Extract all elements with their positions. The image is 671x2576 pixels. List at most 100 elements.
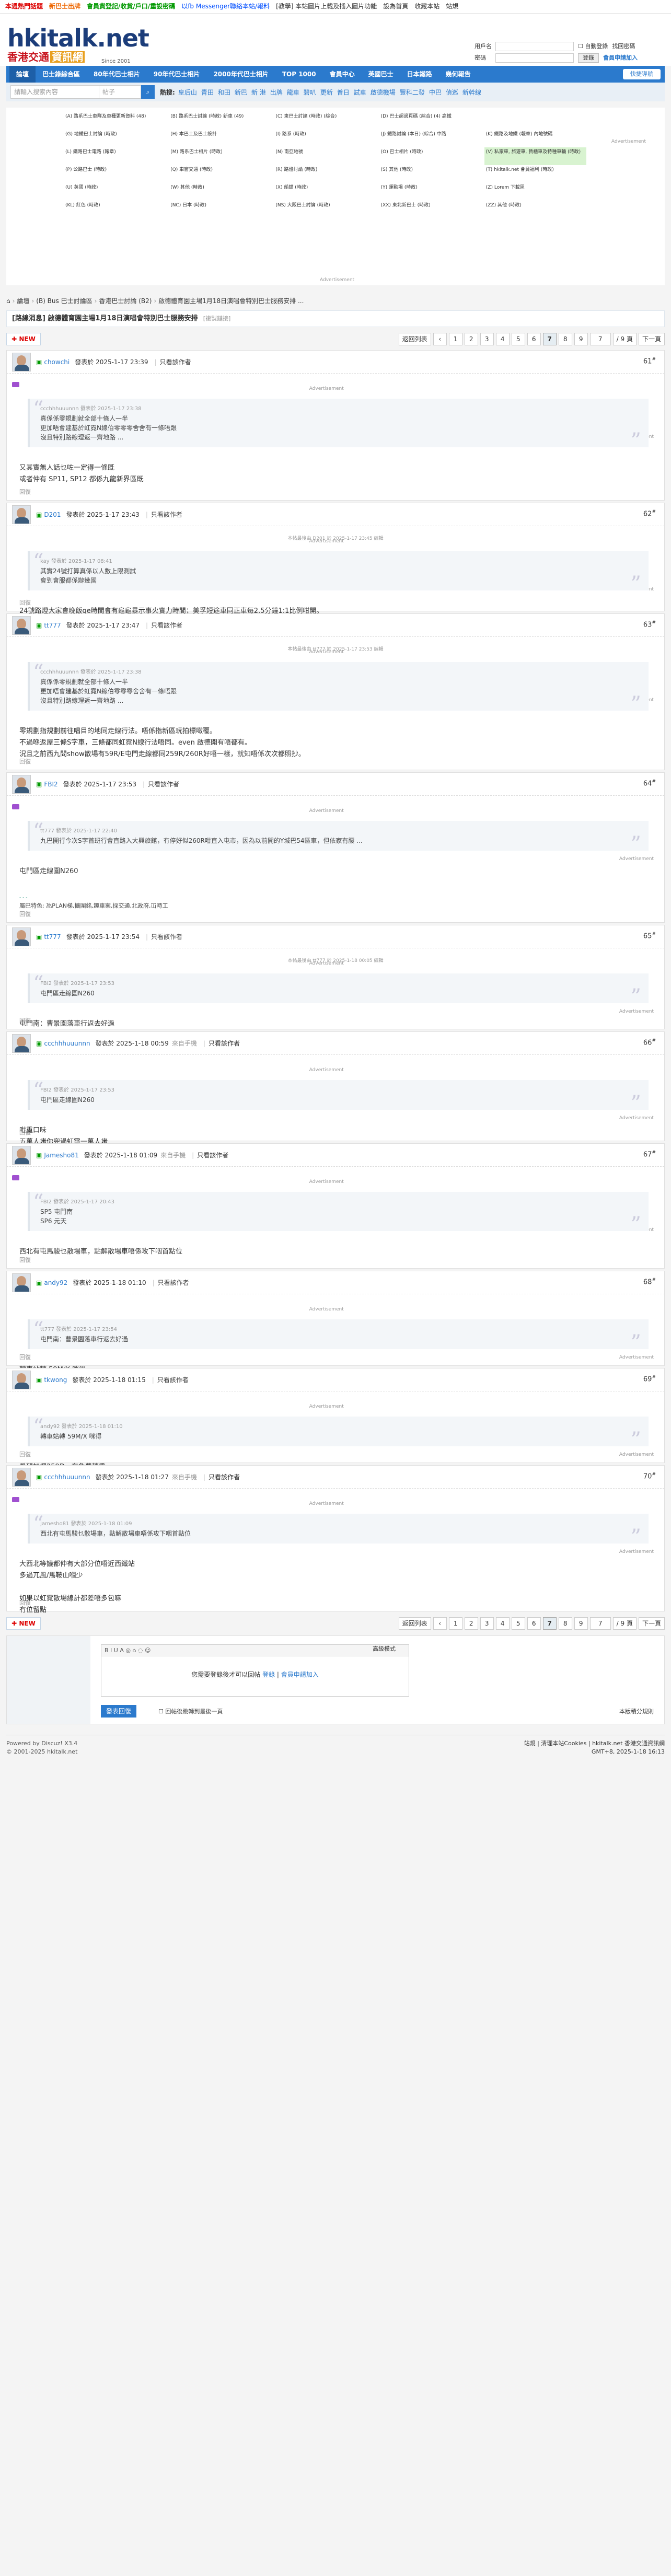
forgot-password-link[interactable]: 找回密碼 [612, 41, 635, 52]
floor-number[interactable]: 63# [643, 620, 656, 629]
username-input[interactable] [495, 42, 574, 51]
author-only-link[interactable]: 只看該作者 [160, 357, 191, 366]
page-link[interactable]: 7 [542, 333, 557, 345]
nav-item[interactable]: 2000年代巴士相片 [206, 66, 275, 83]
nav-item[interactable]: 幾何報告 [439, 66, 478, 83]
floor-number[interactable]: 66# [643, 1038, 656, 1047]
breadcrumb-item[interactable]: (B) Bus 巴士討論區 [36, 297, 92, 305]
forum-link[interactable]: (A) 路系巴士車隊及車種更新資料 (48) [64, 112, 166, 130]
hot-search-link[interactable]: 青田 [201, 88, 214, 97]
avatar[interactable] [12, 352, 31, 372]
search-type-select[interactable]: 帖子 [99, 85, 141, 99]
forum-link[interactable]: (ZZ) 其他 (時政) [484, 201, 586, 218]
prev-page-button[interactable]: ‹ [433, 333, 447, 345]
page-link[interactable]: 9 [574, 1617, 588, 1630]
breadcrumb-item[interactable]: 香港巴士討論 (B2) [99, 297, 152, 305]
forum-link[interactable]: (L) 鐵路巴士電路 (報章) [64, 147, 166, 165]
reply-button[interactable]: 回復 [19, 911, 31, 918]
page-link[interactable]: 9 [574, 333, 588, 345]
nav-item[interactable]: 會員中心 [323, 66, 362, 83]
reply-button[interactable]: 回復 [19, 758, 31, 765]
top-link[interactable]: 設為首頁 [383, 0, 408, 13]
hot-search-link[interactable]: 偵巡 [446, 88, 458, 97]
breadcrumb-item[interactable]: 論壇 [17, 297, 29, 305]
avatar[interactable] [12, 1370, 31, 1389]
floor-number[interactable]: 65# [643, 932, 656, 940]
hot-search-link[interactable]: 更新 [320, 88, 333, 97]
forum-link[interactable]: (I) 路系 (時政) [274, 130, 376, 147]
avatar[interactable] [12, 616, 31, 635]
new-thread-button[interactable]: ✚ NEW [6, 1617, 41, 1630]
nav-item[interactable]: TOP 1000 [275, 66, 323, 83]
username[interactable]: chowchi [44, 358, 70, 366]
top-link[interactable]: [教學] 本站圖片上載及插入圖片功能 [276, 0, 377, 13]
author-only-link[interactable]: 只看該作者 [197, 1151, 228, 1159]
editor-toolbar[interactable]: B I U A ◎ ⌂ ◌ ☺ [101, 1645, 409, 1656]
quick-nav-button[interactable]: 快捷導航 [623, 69, 661, 79]
floor-number[interactable]: 69# [643, 1375, 656, 1383]
page-link[interactable]: 2 [464, 333, 478, 345]
nav-item[interactable]: 英國巴士 [362, 66, 400, 83]
top-link[interactable]: 會員貨登記/收貨/戶口/重設密碼 [87, 0, 175, 13]
nav-item[interactable]: 論壇 [9, 66, 36, 83]
floor-number[interactable]: 67# [643, 1150, 656, 1158]
prev-page-button[interactable]: ‹ [433, 1617, 447, 1630]
forum-link[interactable]: (M) 路系巴士相片 (時政) [169, 147, 271, 165]
forum-link[interactable]: (P) 公路巴士 (時政) [64, 165, 166, 183]
top-link[interactable]: 新巴士出牌 [49, 0, 80, 13]
site-logo[interactable]: hkitalk.net 香港交通 資訊網 Since 2001 [7, 25, 149, 64]
nav-item[interactable]: 巴士錄綜合區 [36, 66, 87, 83]
page-link[interactable]: 2 [464, 1617, 478, 1630]
quote-header[interactable]: kay 發表於 2025-1-17 08:41 [40, 556, 628, 564]
username[interactable]: tkwong [44, 1376, 67, 1384]
avatar[interactable] [12, 1467, 31, 1487]
reply-button[interactable]: 回復 [19, 1129, 31, 1136]
quote-header[interactable]: tt777 發表於 2025-1-17 22:40 [40, 826, 628, 834]
author-only-link[interactable]: 只看該作者 [158, 1278, 189, 1287]
search-input[interactable]: 請輸入搜索內容 [10, 85, 99, 99]
author-only-link[interactable]: 只看該作者 [151, 932, 182, 941]
page-link[interactable]: 5 [511, 333, 525, 345]
editor-login-link[interactable]: 登錄 [262, 1671, 275, 1678]
reply-button[interactable]: 回復 [19, 1599, 31, 1606]
forum-link[interactable]: (V) 私家車, 旅遊車, 貨櫃車及特種車輛 (時政) [484, 147, 586, 165]
forum-link[interactable]: (NS) 大阪巴士討論 (時政) [274, 201, 376, 218]
page-link[interactable]: 3 [480, 333, 494, 345]
forum-link[interactable]: (R) 路燈討論 (時政) [274, 165, 376, 183]
quote-header[interactable]: andy92 發表於 2025-1-18 01:10 [40, 1422, 628, 1430]
editor-register-link[interactable]: 會員申請加入 [281, 1671, 319, 1678]
forum-link[interactable]: (D) 巴士超過頁碼 (綜合) (4) 高鐵 [379, 112, 481, 130]
username[interactable]: Jamesho81 [44, 1152, 78, 1159]
hot-search-link[interactable]: 龍車 [287, 88, 299, 97]
advanced-mode-link[interactable]: 高級模式 [373, 1644, 396, 1653]
username[interactable]: tt777 [44, 933, 61, 941]
next-page-button[interactable]: 下一頁 [638, 333, 665, 345]
autologin-checkbox[interactable]: ☐ 自動登錄 [578, 41, 608, 52]
forum-link[interactable]: (H) 本巴士及巴士設計 [169, 130, 271, 147]
editor-box[interactable]: B I U A ◎ ⌂ ◌ ☺ 您需要登錄後才可以回帖 登錄 | 會員申請加入 [101, 1644, 409, 1697]
author-only-link[interactable]: 只看該作者 [151, 510, 182, 519]
forum-link[interactable]: (X) 船錨 (時政) [274, 183, 376, 201]
hot-search-link[interactable]: 啟德機場 [371, 88, 396, 97]
hot-search-link[interactable]: 新幹線 [462, 88, 481, 97]
page-link[interactable]: 6 [527, 1617, 541, 1630]
forum-link[interactable]: (N) 南亞地號 [274, 147, 376, 165]
floor-number[interactable]: 64# [643, 779, 656, 787]
quote-header[interactable]: Jamesho81 發表於 2025-1-18 01:09 [40, 1519, 628, 1527]
reply-button[interactable]: 回復 [19, 1451, 31, 1458]
quote-header[interactable]: FBI2 發表於 2025-1-17 23:53 [40, 979, 628, 987]
reply-button[interactable]: 回復 [19, 489, 31, 495]
username[interactable]: andy92 [44, 1279, 67, 1286]
avatar[interactable] [12, 1145, 31, 1165]
jump-last-page-checkbox[interactable]: ☐ 回帖後跳轉到最後一頁 [158, 1707, 223, 1715]
footer-links[interactable]: 站規 | 清理本站Cookies | hkitalk.net 香港交通資訊網 [524, 1739, 665, 1748]
submit-reply-button[interactable]: 發表回復 [101, 1705, 137, 1718]
reply-button[interactable]: 回復 [19, 1257, 31, 1263]
back-to-list-button[interactable]: 返回列表 [398, 333, 431, 345]
reply-button[interactable]: 回復 [19, 1017, 31, 1024]
search-button[interactable]: ⌕ [141, 85, 155, 99]
quote-header[interactable]: tt777 發表於 2025-1-17 23:54 [40, 1325, 628, 1332]
hot-search-link[interactable]: 中巴 [429, 88, 442, 97]
username[interactable]: FBI2 [44, 781, 57, 788]
forum-link[interactable]: (Y) 運動場 (時政) [379, 183, 481, 201]
